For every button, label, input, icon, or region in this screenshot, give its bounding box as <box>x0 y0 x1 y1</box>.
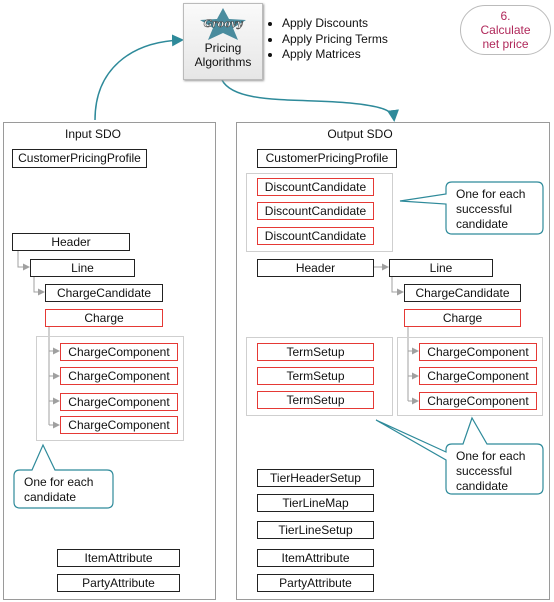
tier-line-setup: TierLineSetup <box>257 521 374 539</box>
step-number: 6. <box>500 9 511 23</box>
groovy-star-icon: Groovy <box>198 7 248 41</box>
input-sdo-title: Input SDO <box>64 127 122 141</box>
input-charge-component: ChargeComponent <box>60 393 178 411</box>
output-line: Line <box>389 259 493 277</box>
input-party-attribute: PartyAttribute <box>57 574 180 592</box>
callout-line: successful <box>456 202 513 216</box>
output-customer-pricing-profile: CustomerPricingProfile <box>257 149 397 168</box>
algorithm-bullets: Apply Discounts Apply Pricing Terms Appl… <box>266 16 388 63</box>
input-charge-candidate: ChargeCandidate <box>45 284 163 302</box>
bullet-apply-matrices: Apply Matrices <box>282 47 388 63</box>
bullet-apply-discounts: Apply Discounts <box>282 16 388 32</box>
input-to-algorithms-arrow <box>94 34 184 121</box>
output-charge-component: ChargeComponent <box>419 343 537 361</box>
output-header: Header <box>257 259 374 277</box>
input-customer-pricing-profile: CustomerPricingProfile <box>12 149 147 168</box>
discount-candidate: DiscountCandidate <box>257 202 374 220</box>
discount-candidate: DiscountCandidate <box>257 178 374 196</box>
discount-candidate: DiscountCandidate <box>257 227 374 245</box>
output-sdo-title: Output SDO <box>327 127 393 141</box>
input-charge: Charge <box>45 309 163 327</box>
input-callout-line-1: One for each <box>24 475 94 489</box>
input-callout-line-2: candidate <box>24 490 77 504</box>
input-charge-component: ChargeComponent <box>60 367 178 385</box>
input-charge-component: ChargeComponent <box>60 416 178 434</box>
output-party-attribute: PartyAttribute <box>257 574 374 592</box>
algorithms-label-1: Pricing <box>204 41 242 55</box>
output-item-attribute: ItemAttribute <box>257 549 374 567</box>
bullet-apply-pricing-terms: Apply Pricing Terms <box>282 32 388 48</box>
tier-header-setup: TierHeaderSetup <box>257 469 374 487</box>
input-header: Header <box>12 233 130 251</box>
input-item-attribute: ItemAttribute <box>57 549 180 567</box>
output-charge-component: ChargeComponent <box>419 392 537 410</box>
pricing-algorithms-box: Groovy Pricing Algorithms <box>183 3 263 80</box>
input-callout: One for each candidate <box>16 472 114 508</box>
pricing-diagram: Groovy Pricing Algorithms Apply Discount… <box>0 0 554 602</box>
callout-line: One for each <box>456 187 526 201</box>
output-callout-1: One for each successful candidate <box>448 184 543 235</box>
output-charge: Charge <box>404 309 521 327</box>
term-setup: TermSetup <box>257 367 374 385</box>
tier-line-map: TierLineMap <box>257 494 374 512</box>
output-callout-2: One for each successful candidate <box>448 446 543 497</box>
algorithms-to-output-arrow <box>221 79 399 122</box>
step-line-1: Calculate <box>480 23 531 37</box>
step-line-2: net price <box>482 37 529 51</box>
callout-line: candidate <box>456 479 509 493</box>
output-charge-candidate: ChargeCandidate <box>404 284 521 302</box>
step-badge: 6. Calculate net price <box>460 5 551 55</box>
input-charge-component: ChargeComponent <box>60 343 178 361</box>
output-charge-component: ChargeComponent <box>419 367 537 385</box>
callout-line: One for each <box>456 449 526 463</box>
callout-line: candidate <box>456 217 509 231</box>
svg-text:Groovy: Groovy <box>204 19 244 30</box>
callout-line: successful <box>456 464 513 478</box>
input-line: Line <box>30 259 135 277</box>
algorithms-label-2: Algorithms <box>194 55 252 69</box>
term-setup: TermSetup <box>257 391 374 409</box>
term-setup: TermSetup <box>257 343 374 361</box>
